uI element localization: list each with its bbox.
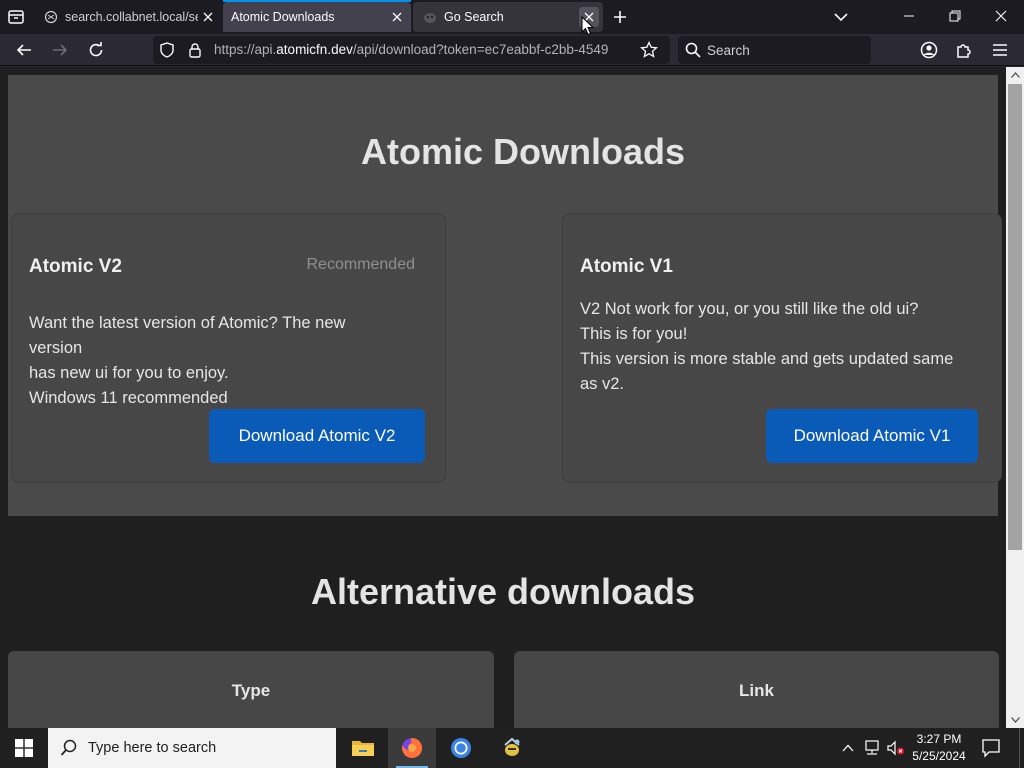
alt-table-header-type: Type (8, 651, 494, 728)
download-card-v1: Atomic V1 V2 Not work for you, or you st… (562, 213, 1002, 483)
app-icon[interactable] (488, 728, 536, 768)
page-scrollbar[interactable] (1006, 67, 1024, 728)
clock-date: 5/25/2024 (912, 749, 966, 763)
account-icon[interactable] (918, 39, 940, 61)
chrome-icon[interactable] (437, 728, 485, 768)
system-clock[interactable]: 3:27 PM 5/25/2024 (908, 731, 970, 765)
navigation-toolbar: https://api.atomicfn.dev/api/download?to… (0, 34, 1024, 66)
page-title: Atomic Downloads (360, 131, 686, 172)
url-path: /api/download?token=ec7eabbf-c2bb-4549 (352, 42, 609, 57)
download-atomic-v1-button[interactable]: Download Atomic V1 (766, 409, 978, 463)
url-domain: atomicfn.dev (276, 42, 353, 57)
close-tab-icon[interactable] (198, 7, 218, 27)
desc-line: has new ui for you to enjoy. (29, 364, 229, 382)
hamburger-menu-icon[interactable] (989, 39, 1011, 61)
page-viewport: Atomic Downloads Atomic V2 Recommended W… (0, 67, 1006, 728)
new-tab-icon[interactable] (608, 6, 632, 28)
windows-start-icon[interactable] (0, 728, 48, 768)
forward-arrow-icon[interactable] (47, 37, 73, 63)
taskbar-search-placeholder: Type here to search (88, 740, 217, 756)
desc-line: Want the latest version of Atomic? The n… (29, 314, 346, 357)
desc-line: This is for you! (580, 325, 688, 343)
alt-table-header-link: Link (514, 651, 999, 728)
desc-line: Windows 11 recommended (29, 389, 228, 407)
minimize-window-icon[interactable] (886, 0, 932, 32)
tab-title: search.collabnet.local/sea (65, 10, 198, 24)
download-card-v2: Atomic V2 Recommended Want the latest ve… (11, 213, 446, 483)
url-text[interactable]: https://api.atomicfn.dev/api/download?to… (214, 42, 626, 57)
taskbar-search-box[interactable]: Type here to search (48, 728, 336, 768)
search-bar[interactable]: Search (678, 36, 871, 64)
recommended-badge: Recommended (306, 256, 416, 273)
tab-collabnet-search[interactable]: search.collabnet.local/sea (34, 2, 222, 32)
reload-icon[interactable] (83, 37, 109, 63)
download-atomic-v2-button[interactable]: Download Atomic V2 (209, 409, 425, 463)
scroll-thumb[interactable] (1008, 84, 1022, 550)
close-tab-icon[interactable] (387, 7, 407, 27)
card-description: Want the latest version of Atomic? The n… (29, 311, 399, 411)
clock-time: 3:27 PM (916, 732, 962, 746)
mouse-cursor-icon (581, 16, 595, 36)
tracking-protection-shield-icon[interactable] (159, 42, 175, 58)
firefox-icon[interactable] (388, 728, 436, 768)
chevron-up-icon[interactable] (838, 738, 858, 758)
scroll-up-arrow-icon[interactable] (1006, 67, 1024, 83)
alternative-downloads-heading: Alternative downloads (310, 571, 696, 612)
tab-strip: search.collabnet.local/sea Atomic Downlo… (0, 0, 1024, 34)
bookmark-star-icon[interactable] (640, 40, 658, 59)
windows-taskbar: Type here to search 3:27 PM 5/25/2024 (0, 728, 1024, 768)
volume-muted-icon[interactable] (886, 738, 906, 758)
card-title: Atomic V2 (29, 256, 122, 277)
column-header: Type (231, 681, 271, 700)
search-icon (60, 739, 78, 757)
tab-go-search[interactable]: Go Search (413, 2, 603, 32)
address-bar[interactable]: https://api.atomicfn.dev/api/download?to… (153, 36, 670, 64)
go-gopher-icon (423, 10, 437, 24)
hero-section: Atomic Downloads Atomic V2 Recommended W… (8, 75, 1002, 516)
desc-line: This version is more stable and gets upd… (580, 350, 954, 393)
lock-icon[interactable] (187, 42, 203, 58)
close-window-icon[interactable] (978, 0, 1024, 32)
show-desktop-button[interactable] (1019, 728, 1024, 768)
file-explorer-icon[interactable] (339, 728, 387, 768)
generic-page-icon (44, 10, 58, 24)
chevron-down-icon[interactable] (830, 6, 852, 28)
tab-title: Go Search (444, 10, 504, 24)
firefox-view-icon[interactable] (5, 6, 27, 28)
url-prefix: https://api. (214, 42, 277, 57)
tab-atomic-downloads[interactable]: Atomic Downloads (223, 0, 411, 32)
search-placeholder: Search (707, 43, 750, 58)
extensions-puzzle-icon[interactable] (953, 39, 975, 61)
search-icon (685, 42, 701, 58)
network-icon[interactable] (862, 738, 882, 758)
scroll-down-arrow-icon[interactable] (1006, 712, 1024, 728)
column-header: Link (739, 681, 774, 700)
back-arrow-icon[interactable] (11, 37, 37, 63)
tab-title: Atomic Downloads (231, 10, 335, 24)
notification-center-icon[interactable] (981, 738, 1001, 758)
desc-line: V2 Not work for you, or you still like t… (580, 300, 919, 318)
card-description: V2 Not work for you, or you still like t… (580, 297, 960, 397)
restore-window-icon[interactable] (932, 0, 978, 32)
card-title: Atomic V1 (580, 256, 673, 277)
